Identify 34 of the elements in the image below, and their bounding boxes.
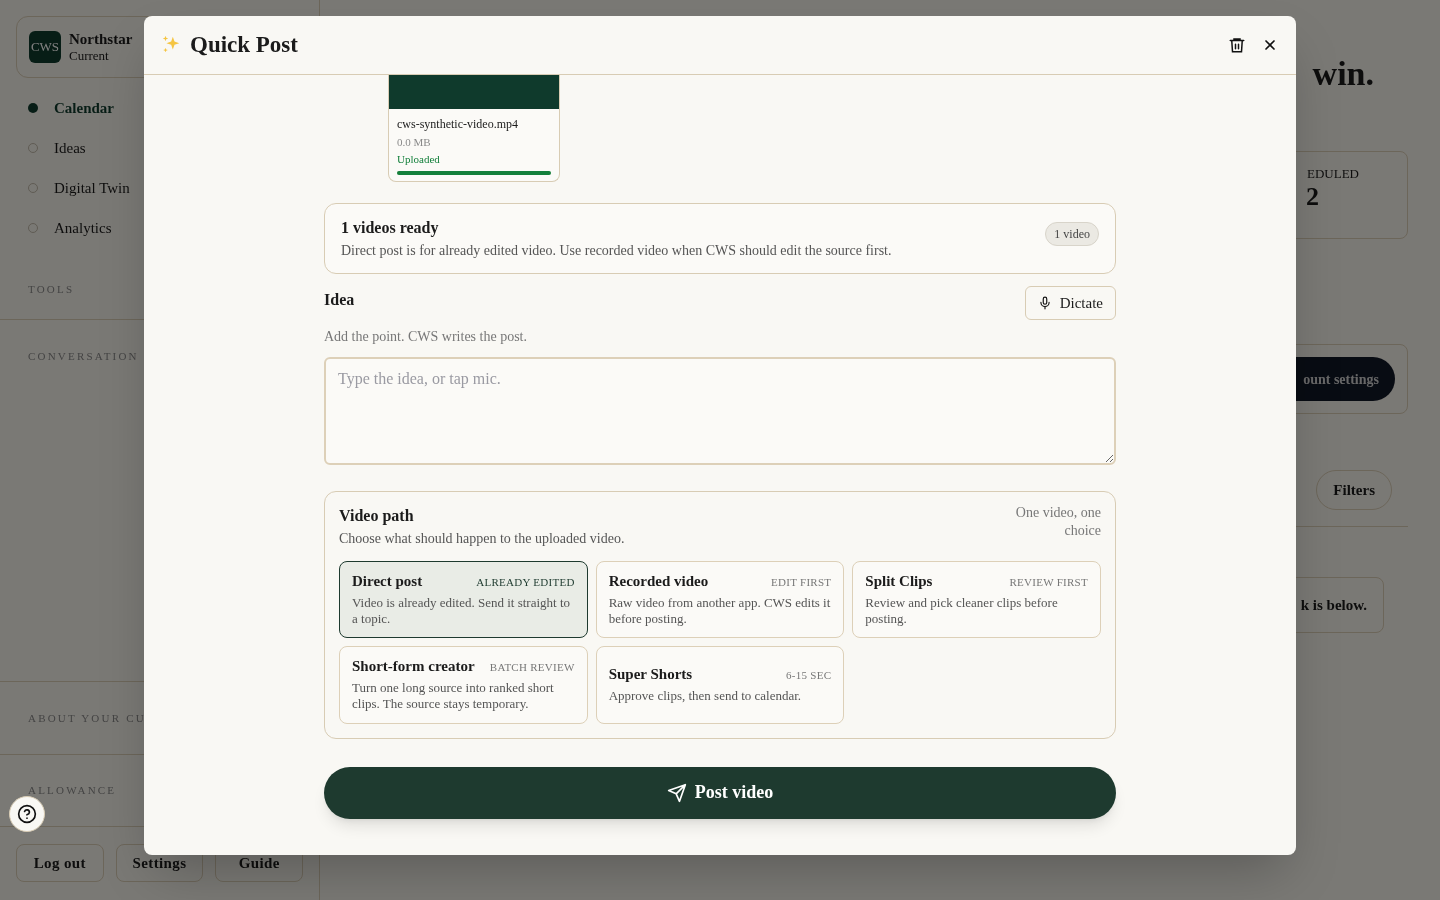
option-title: Direct post bbox=[352, 572, 423, 591]
notice-text: k is below. bbox=[1300, 595, 1367, 615]
file-name: cws-synthetic-video.mp4 bbox=[397, 117, 519, 132]
idea-hint: Add the point. CWS writes the post. bbox=[324, 328, 528, 346]
ready-title: 1 videos ready bbox=[341, 218, 440, 239]
option-description: Review and pick cleaner clips before posting. bbox=[865, 594, 1059, 628]
option-title: Split Clips bbox=[865, 572, 933, 591]
video-path-subtitle: Choose what should happen to the uploaded video. bbox=[339, 530, 625, 548]
workspace-logo: CWS bbox=[29, 31, 61, 63]
workspace-name: Northstar bbox=[69, 29, 133, 49]
upload-status: Uploaded bbox=[397, 151, 441, 167]
option-description: Raw video from another app. CWS edits it before posting. bbox=[608, 594, 832, 628]
idea-label: Idea bbox=[324, 290, 355, 310]
option-description: Approve clips, then send to calendar. bbox=[608, 688, 803, 705]
option-tag: EDIT FIRST bbox=[771, 574, 832, 591]
option-tag: BATCH REVIEW bbox=[489, 659, 575, 676]
dialog-title: Quick Post bbox=[190, 30, 298, 59]
workspace-status: Current bbox=[69, 48, 110, 65]
option-title: Short-form creator bbox=[352, 657, 475, 676]
option-title: Super Shorts bbox=[608, 665, 693, 685]
ready-description: Direct post is for already edited video. Use recorded video when CWS should edit the source first. bbox=[341, 242, 893, 260]
option-tag: 6-15 SEC bbox=[786, 667, 832, 684]
page-heading: win. bbox=[1312, 54, 1374, 94]
option-title: Recorded video bbox=[608, 572, 709, 591]
option-description: Video is already edited. Send it straight to a topic. bbox=[352, 594, 571, 628]
option-tag: REVIEW FIRST bbox=[1009, 574, 1088, 591]
stat-label: EDULED bbox=[1307, 165, 1359, 183]
file-size: 0.0 MB bbox=[397, 135, 432, 150]
option-tag: ALREADY EDITED bbox=[476, 574, 575, 591]
option-description: Turn one long source into ranked short clips. The source stays temporary. bbox=[352, 680, 555, 713]
video-path-note: One video, one choice bbox=[1014, 504, 1101, 540]
video-path-title: Video path bbox=[339, 506, 415, 527]
video-count-badge: 1 video bbox=[1045, 222, 1099, 246]
stat-value: 2 bbox=[1306, 183, 1319, 210]
